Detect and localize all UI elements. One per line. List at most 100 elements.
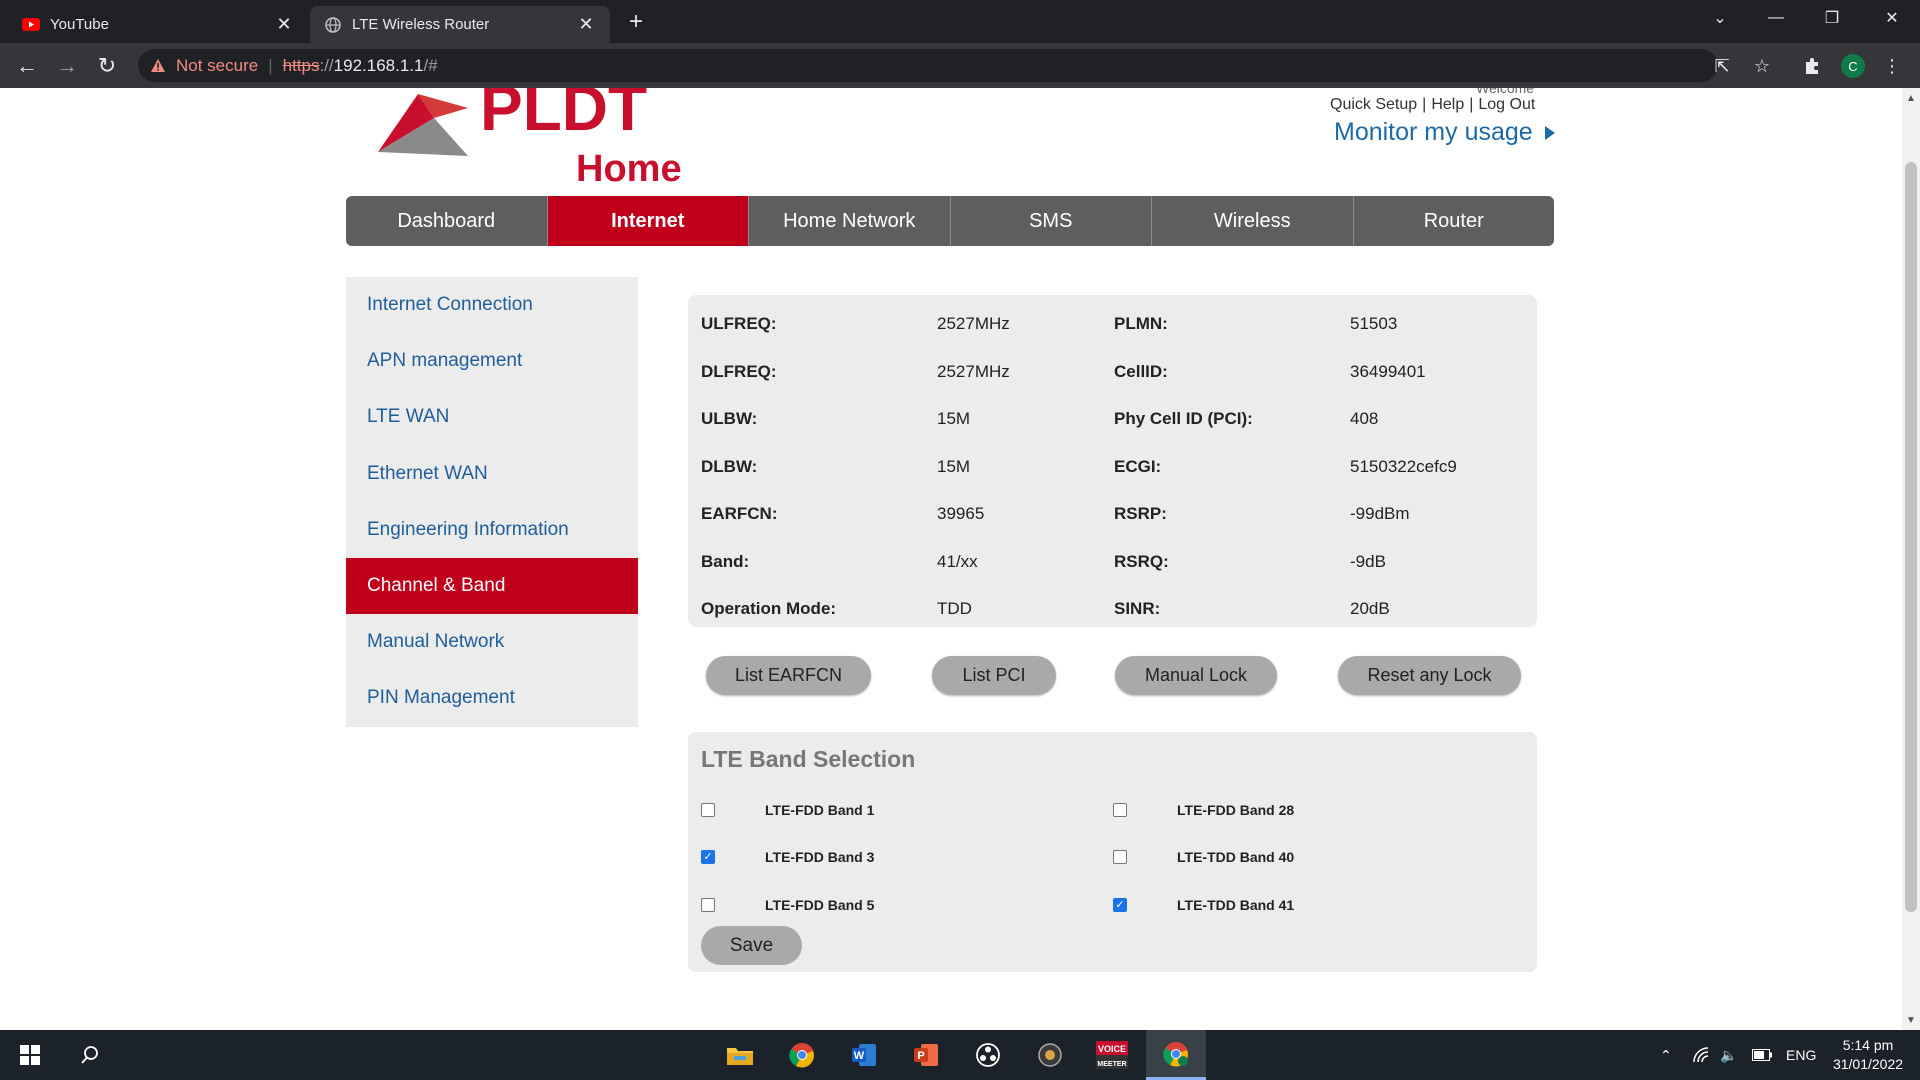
- band-option-fdd-1[interactable]: LTE-FDD Band 1: [701, 798, 874, 822]
- close-window-icon[interactable]: ✕: [1864, 0, 1920, 36]
- url-separator: ://: [319, 55, 334, 75]
- reset-lock-button[interactable]: Reset any Lock: [1338, 656, 1521, 695]
- obs-icon[interactable]: [960, 1030, 1016, 1080]
- info-row: DLBW: 15M ECGI: 5150322cefc9: [688, 457, 1537, 487]
- word-icon[interactable]: W: [836, 1030, 892, 1080]
- info-value: 5150322cefc9: [1350, 457, 1457, 476]
- caret-right-icon: [1544, 125, 1555, 140]
- svg-text:W: W: [854, 1050, 865, 1062]
- save-button[interactable]: Save: [701, 926, 802, 965]
- band-option-fdd-3[interactable]: ✓ LTE-FDD Band 3: [701, 845, 874, 869]
- new-tab-icon[interactable]: +: [622, 8, 650, 36]
- band-option-tdd-40[interactable]: LTE-TDD Band 40: [1113, 845, 1294, 869]
- info-value: TDD: [937, 599, 972, 618]
- nav-internet[interactable]: Internet: [547, 196, 749, 246]
- nav-sms[interactable]: SMS: [951, 196, 1152, 246]
- sidebar-item-channel-band[interactable]: Channel & Band: [346, 557, 638, 615]
- list-earfcn-button[interactable]: List EARFCN: [706, 656, 871, 695]
- file-explorer-icon[interactable]: [712, 1030, 768, 1080]
- bookmark-star-icon[interactable]: ☆: [1748, 52, 1776, 80]
- more-menu-icon[interactable]: ⋮: [1878, 52, 1906, 80]
- forward-icon[interactable]: →: [53, 52, 81, 80]
- nav-home-network[interactable]: Home Network: [749, 196, 951, 246]
- band-checkbox[interactable]: [701, 803, 715, 817]
- chrome-icon[interactable]: [774, 1030, 830, 1080]
- sidebar-item-lte-wan[interactable]: LTE WAN: [346, 389, 638, 445]
- tab-lte-router[interactable]: LTE Wireless Router ✕: [310, 6, 610, 43]
- info-value: 2527MHz: [937, 314, 1010, 333]
- search-icon[interactable]: [62, 1030, 118, 1080]
- battery-icon[interactable]: [1752, 1030, 1772, 1080]
- info-value: 408: [1350, 409, 1379, 428]
- scroll-down-icon[interactable]: ▼: [1902, 1012, 1920, 1028]
- minimize-icon[interactable]: —: [1748, 0, 1804, 36]
- scroll-up-icon[interactable]: ▲: [1902, 90, 1920, 106]
- share-icon[interactable]: ⇱: [1708, 52, 1736, 80]
- logout-link[interactable]: Log Out: [1478, 96, 1535, 113]
- sidebar-item-manual-network[interactable]: Manual Network: [346, 614, 638, 670]
- band-checkbox-checked[interactable]: ✓: [701, 850, 715, 864]
- tab-search-icon[interactable]: ⌄: [1692, 0, 1748, 36]
- band-label: LTE-TDD Band 40: [1177, 849, 1295, 865]
- help-link[interactable]: Help: [1431, 96, 1464, 113]
- page-scrollbar[interactable]: ▲ ▼: [1902, 88, 1920, 1030]
- band-option-fdd-28[interactable]: LTE-FDD Band 28: [1113, 798, 1294, 822]
- nav-dashboard[interactable]: Dashboard: [346, 196, 548, 246]
- wifi-icon[interactable]: [1692, 1030, 1710, 1080]
- band-label: LTE-FDD Band 28: [1177, 802, 1295, 818]
- close-tab-icon[interactable]: ✕: [274, 14, 294, 35]
- sidebar-item-apn-management[interactable]: APN management: [346, 333, 638, 389]
- youtube-icon: [22, 16, 40, 34]
- back-icon[interactable]: ←: [13, 52, 41, 80]
- monitor-usage-link[interactable]: Monitor my usage: [1334, 118, 1555, 147]
- volume-icon[interactable]: 🔈: [1720, 1030, 1737, 1080]
- url-path: /#: [423, 55, 438, 75]
- address-divider: |: [268, 55, 273, 75]
- sidebar-item-ethernet-wan[interactable]: Ethernet WAN: [346, 446, 638, 502]
- pldt-home-logo[interactable]: PLDT Home: [372, 88, 702, 190]
- sidebar-item-internet-connection[interactable]: Internet Connection: [346, 277, 638, 333]
- profile-avatar[interactable]: C: [1841, 54, 1865, 78]
- band-checkbox[interactable]: [1113, 803, 1127, 817]
- info-label: ULBW:: [701, 409, 758, 428]
- info-row: Operation Mode: TDD SINR: 20dB: [688, 599, 1537, 629]
- warning-icon: [150, 58, 170, 73]
- list-pci-button[interactable]: List PCI: [932, 656, 1056, 695]
- info-value: 51503: [1350, 314, 1398, 333]
- info-label: CellID:: [1114, 362, 1168, 381]
- windows-start-icon[interactable]: [2, 1030, 58, 1080]
- main-navigation: Dashboard Internet Home Network SMS Wire…: [346, 196, 1554, 246]
- tab-youtube[interactable]: YouTube ✕: [8, 6, 308, 43]
- band-checkbox-checked[interactable]: ✓: [1113, 898, 1127, 912]
- reload-icon[interactable]: ↻: [93, 52, 121, 80]
- chrome-profile-icon[interactable]: [1146, 1030, 1206, 1080]
- language-indicator[interactable]: ENG: [1786, 1030, 1816, 1080]
- info-row: EARFCN: 39965 RSRP: -99dBm: [688, 504, 1537, 534]
- system-clock[interactable]: 5:14 pm 31/01/2022: [1820, 1036, 1916, 1074]
- powerpoint-icon[interactable]: P: [898, 1030, 954, 1080]
- sidebar-item-pin-management[interactable]: PIN Management: [346, 670, 638, 726]
- voicemeeter-icon[interactable]: VOICE MEETER: [1084, 1030, 1140, 1080]
- scrollbar-thumb[interactable]: [1905, 162, 1917, 912]
- band-checkbox[interactable]: [701, 898, 715, 912]
- band-option-tdd-41[interactable]: ✓ LTE-TDD Band 41: [1113, 893, 1294, 917]
- cell-info-panel: ULFREQ: 2527MHz PLMN: 51503 DLFREQ: 2527…: [688, 295, 1537, 627]
- address-bar[interactable]: Not secure | https :// 192.168.1.1 /#: [138, 49, 1718, 82]
- security-label[interactable]: Not secure: [176, 56, 258, 76]
- tray-chevron-icon[interactable]: ⌃: [1660, 1030, 1672, 1080]
- extensions-icon[interactable]: [1798, 52, 1826, 80]
- band-checkbox[interactable]: [1113, 850, 1127, 864]
- band-option-fdd-5[interactable]: LTE-FDD Band 5: [701, 893, 874, 917]
- close-tab-icon[interactable]: ✕: [576, 14, 596, 35]
- logo-wordmark: PLDT: [480, 88, 647, 144]
- page-viewport: PLDT Home Welcome Quick Setup | Help | Log O…: [0, 88, 1902, 1030]
- media-app-icon[interactable]: [1022, 1030, 1078, 1080]
- sidebar-item-engineering-information[interactable]: Engineering Information: [346, 502, 638, 558]
- manual-lock-button[interactable]: Manual Lock: [1115, 656, 1277, 695]
- restore-icon[interactable]: ❐: [1804, 0, 1860, 36]
- info-value: 2527MHz: [937, 362, 1010, 381]
- nav-router[interactable]: Router: [1354, 196, 1555, 246]
- monitor-usage-label: Monitor my usage: [1334, 118, 1533, 146]
- quick-setup-link[interactable]: Quick Setup: [1330, 96, 1417, 113]
- nav-wireless[interactable]: Wireless: [1152, 196, 1354, 246]
